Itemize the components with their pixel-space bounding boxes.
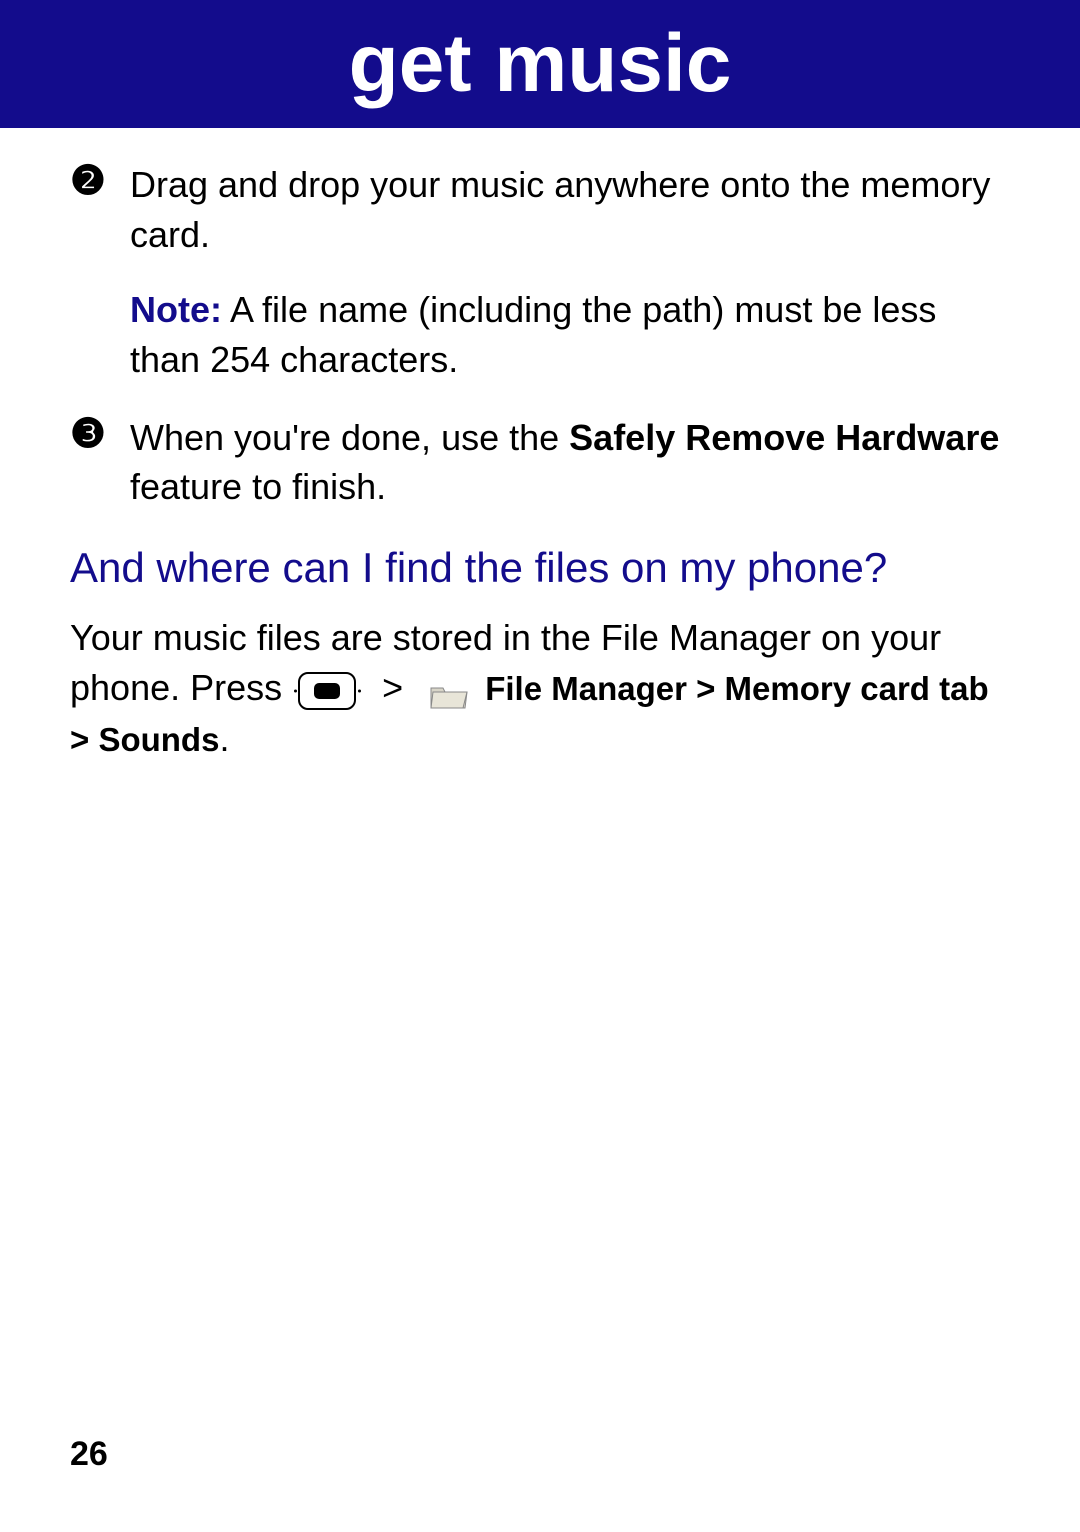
note-label: Note: — [130, 289, 222, 330]
step-3-content: When you're done, use the Safely Remove … — [130, 413, 1010, 512]
folder-icon — [429, 675, 469, 707]
period: . — [219, 718, 229, 759]
section-body: Your music files are stored in the File … — [70, 613, 1010, 764]
step-3-bold: Safely Remove Hardware — [569, 417, 999, 458]
step-3-text: When you're done, use the Safely Remove … — [130, 413, 1010, 512]
note-text: A file name (including the path) must be… — [130, 289, 936, 380]
separator-1: > — [382, 667, 403, 708]
step-2: ❷ Drag and drop your music anywhere onto… — [70, 160, 1010, 385]
step-2-content: Drag and drop your music anywhere onto t… — [130, 160, 1010, 385]
header-title: get music — [349, 17, 732, 111]
step-number-2: ❷ — [70, 158, 108, 204]
step-3-after: feature to finish. — [130, 466, 386, 507]
step-2-text: Drag and drop your music anywhere onto t… — [130, 160, 1010, 259]
step-number-3: ❸ — [70, 411, 108, 457]
step-2-note: Note: A file name (including the path) m… — [130, 285, 1010, 384]
page-header: get music — [0, 0, 1080, 128]
page-number: 26 — [70, 1435, 108, 1474]
section-heading: And where can I find the files on my pho… — [70, 540, 1010, 597]
step-3: ❸ When you're done, use the Safely Remov… — [70, 413, 1010, 512]
nav-key-icon — [298, 672, 356, 710]
step-3-before: When you're done, use the — [130, 417, 569, 458]
page-content: ❷ Drag and drop your music anywhere onto… — [0, 128, 1080, 764]
